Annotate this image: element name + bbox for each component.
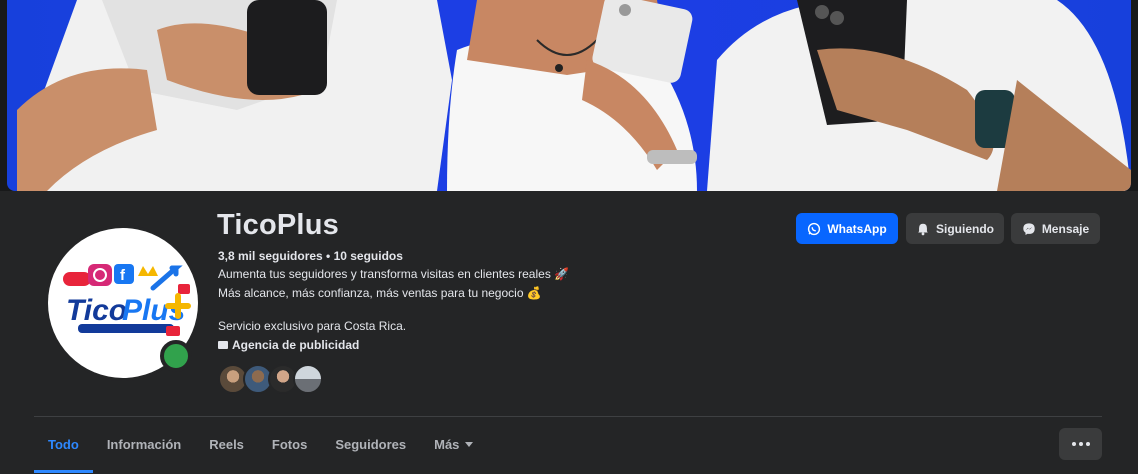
tab-seguidores[interactable]: Seguidores — [321, 417, 420, 471]
following-button[interactable]: Siguiendo — [906, 213, 1004, 244]
followers-count[interactable]: 3,8 mil seguidores • 10 seguidos — [218, 249, 403, 263]
whatsapp-button[interactable]: WhatsApp — [796, 213, 898, 244]
tab-fotos[interactable]: Fotos — [258, 417, 321, 471]
tab-label: Más — [434, 436, 460, 452]
message-button[interactable]: Mensaje — [1011, 213, 1100, 244]
more-options-button[interactable] — [1059, 428, 1102, 460]
tab-informacion[interactable]: Información — [93, 417, 195, 471]
page-category: Agencia de publicidad — [218, 338, 359, 352]
whatsapp-label: WhatsApp — [827, 221, 887, 236]
tab-todo[interactable]: Todo — [34, 417, 93, 473]
bell-icon — [918, 223, 928, 235]
message-label: Mensaje — [1041, 221, 1090, 236]
tab-label: Seguidores — [335, 436, 407, 452]
following-label: Siguiendo — [936, 221, 994, 236]
tab-label: Todo — [48, 436, 79, 452]
whatsapp-icon — [808, 222, 821, 235]
messenger-icon — [1023, 222, 1035, 235]
tab-label: Información — [106, 436, 182, 452]
caret-down-icon — [465, 441, 474, 447]
follower-avatar[interactable] — [293, 364, 323, 394]
more-dots-icon — [1071, 442, 1076, 446]
bio-line-1: Aumenta tus seguidores y transforma visi… — [218, 267, 570, 281]
svg-text:Tico: Tico — [66, 294, 127, 327]
cover-photo[interactable] — [7, 0, 1131, 191]
follower-avatars[interactable] — [218, 364, 328, 394]
tab-label: Reels — [209, 436, 244, 452]
online-status-dot — [160, 340, 192, 372]
cover-illustration — [17, 0, 1131, 191]
profile-page: f Tico Plus TicoPlus 3,8 mil seguidores … — [0, 0, 1138, 474]
profile-avatar[interactable]: f Tico Plus — [45, 225, 201, 381]
category-icon — [218, 341, 228, 349]
page-title: TicoPlus — [217, 209, 339, 241]
tab-reels[interactable]: Reels — [195, 417, 258, 471]
profile-tabs: Todo Información Reels Fotos Seguidores … — [34, 417, 487, 474]
tab-mas[interactable]: Más — [420, 417, 487, 471]
tab-label: Fotos — [271, 436, 308, 452]
more-dot — [1085, 442, 1090, 446]
bio-line-4: Servicio exclusivo para Costa Rica. — [218, 319, 407, 333]
category-label: Agencia de publicidad — [232, 338, 360, 352]
more-dot — [1078, 442, 1083, 446]
bio-line-2: Más alcance, más confianza, más ventas p… — [218, 286, 542, 300]
